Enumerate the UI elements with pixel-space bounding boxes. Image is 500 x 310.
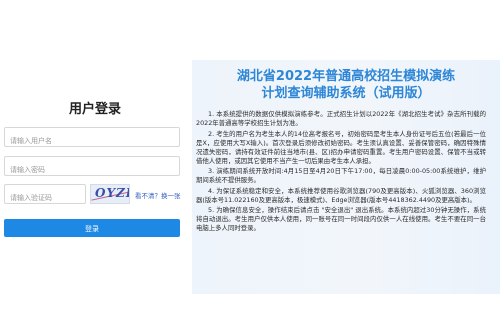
- notice-item: 1. 本系统提供的数据仅供模拟演练参考。正式招生计划以2022年《湖北招生考试》…: [196, 110, 486, 127]
- captcha-text: OYZP: [95, 186, 129, 200]
- system-title-line1: 湖北省2022年普通高校招生模拟演练: [236, 69, 456, 84]
- username-field[interactable]: [4, 127, 180, 150]
- password-input[interactable]: [5, 161, 179, 179]
- captcha-field[interactable]: [4, 184, 86, 207]
- notice-item: 4. 为保证系统稳定和安全，本系统推荐使用谷歌浏览器(790及更高版本)、火狐浏…: [196, 186, 486, 204]
- username-input[interactable]: [5, 132, 179, 150]
- login-title: 用户登录: [68, 102, 121, 117]
- notice-list: 1. 本系统提供的数据仅供模拟演练参考。正式招生计划以2022年《湖北招生考试》…: [196, 110, 486, 235]
- login-panel: 用户登录 OYZP 看不清？换一张 登录: [0, 62, 190, 292]
- system-title-line2: 计划查询辅助系统（试用版）: [261, 86, 431, 101]
- password-field[interactable]: [4, 156, 180, 179]
- captcha-image[interactable]: OYZP: [90, 184, 130, 204]
- notice-item: 2. 考生的用户名为考生本人的14位高考报名号，初始密码是考生本人身份证号后五位…: [196, 129, 486, 165]
- refresh-captcha-link[interactable]: 看不清？换一张: [135, 190, 181, 200]
- info-panel: 湖北省2022年普通高校招生模拟演练 计划查询辅助系统（试用版） 1. 本系统提…: [192, 60, 500, 294]
- system-title: 湖北省2022年普通高校招生模拟演练 计划查询辅助系统（试用版）: [202, 68, 490, 102]
- notice-item: 3. 演练期间系统开放时间:4月15日至4月20日下午17:00，每日凌晨0:0…: [196, 167, 486, 184]
- captcha-input[interactable]: [5, 189, 85, 207]
- login-button[interactable]: 登录: [4, 219, 180, 237]
- notice-item: 5. 为确保信息安全，操作结束后请点击 "安全退出" 退出系统。本系统内超过30…: [196, 206, 486, 232]
- page: 用户登录 OYZP 看不清？换一张 登录 湖北省2022年普通高校招生模拟演练 …: [0, 0, 500, 310]
